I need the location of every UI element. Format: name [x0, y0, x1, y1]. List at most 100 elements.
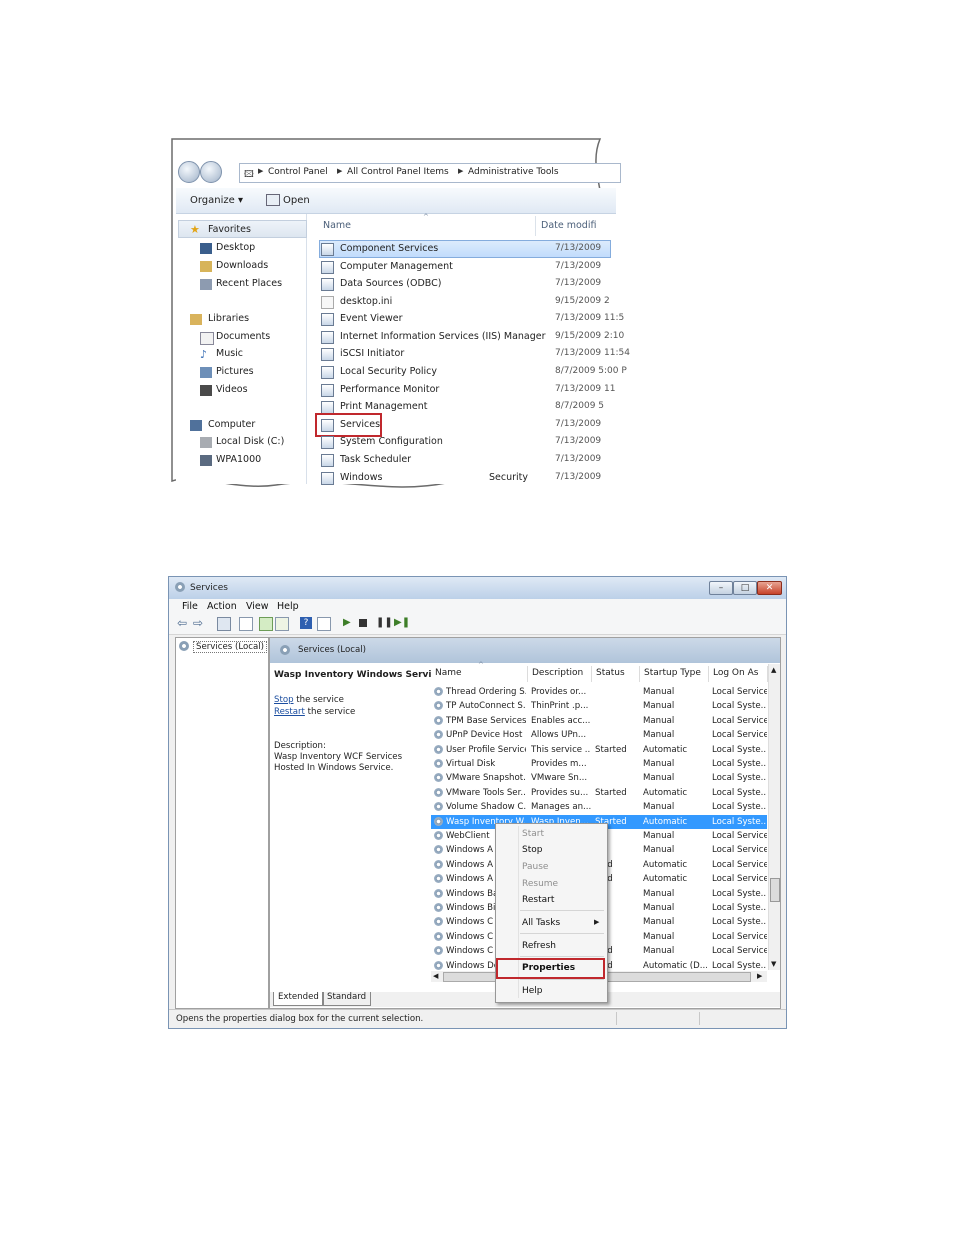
tree-item-services-local[interactable]: Services (Local)	[193, 641, 267, 653]
service-log-on-as: Local Syste...	[712, 816, 767, 827]
menu-item-all-tasks[interactable]: All Tasks	[522, 918, 560, 928]
maximize-button[interactable]: □	[733, 581, 757, 595]
nav-recent-places[interactable]: Recent Places	[216, 278, 282, 289]
column-status[interactable]: Status	[592, 666, 640, 682]
file-row[interactable]: Performance Monitor 7/13/2009 11	[321, 382, 621, 397]
breadcrumb-control-panel[interactable]: Control Panel	[268, 167, 328, 177]
column-startup-type[interactable]: Startup Type	[640, 666, 709, 682]
file-row[interactable]: iSCSI Initiator 7/13/2009 11:54	[321, 346, 630, 361]
nav-desktop[interactable]: Desktop	[216, 242, 255, 253]
scroll-down-icon[interactable]: ▼	[771, 960, 776, 968]
service-row[interactable]: Thread Ordering S... Provides or... Manual…	[431, 685, 767, 699]
service-log-on-as: Local Syste...	[712, 787, 767, 798]
nav-libraries[interactable]: Libraries	[208, 313, 249, 324]
file-row[interactable]: Print Management 8/7/2009 5	[321, 399, 621, 414]
menu-help[interactable]: Help	[277, 601, 299, 612]
downloads-icon	[200, 261, 212, 272]
nav-downloads[interactable]: Downloads	[216, 260, 268, 271]
service-row[interactable]: TP AutoConnect S... ThinPrint .p... Manual…	[431, 699, 767, 713]
breadcrumb-admin-tools[interactable]: Administrative Tools	[468, 167, 559, 177]
scroll-right-icon[interactable]: ▶	[757, 972, 762, 980]
column-name[interactable]: Name	[323, 220, 351, 231]
service-status: Started	[595, 744, 627, 755]
service-row[interactable]: Virtual Disk Provides m... Manual Local Sys…	[431, 757, 767, 771]
admin-tool-icon	[321, 454, 334, 467]
show-hide-action-pane-icon[interactable]	[317, 617, 331, 631]
service-row[interactable]: TPM Base Services Enables acc... Manual Loc…	[431, 714, 767, 728]
menu-item-refresh[interactable]: Refresh	[522, 941, 556, 951]
column-log-on-as[interactable]: Log On As	[709, 666, 768, 682]
file-row[interactable]: Data Sources (ODBC) 7/13/2009	[321, 276, 621, 291]
file-row[interactable]: Windows Security 7/13/2009	[321, 470, 621, 485]
navigation-pane: ★ Favorites Desktop Downloads Recent Pla…	[176, 214, 307, 484]
close-button[interactable]: ✕	[757, 581, 782, 595]
properties-icon[interactable]	[239, 617, 253, 631]
service-name: TPM Base Services	[446, 715, 526, 726]
libraries-icon	[190, 314, 202, 325]
scroll-left-icon[interactable]: ◀	[433, 972, 438, 980]
console-tree-icon[interactable]	[217, 617, 231, 631]
vertical-scrollbar[interactable]: ▲ ▼	[768, 664, 780, 970]
help-icon[interactable]: ?	[300, 617, 312, 629]
ini-file-icon	[321, 296, 334, 309]
breadcrumb[interactable]: 🖾 ▶ Control Panel ▶ All Control Panel It…	[239, 163, 621, 183]
breadcrumb-all-items[interactable]: All Control Panel Items	[347, 167, 449, 177]
refresh-icon[interactable]	[259, 617, 273, 631]
nav-favorites[interactable]: Favorites	[208, 224, 251, 235]
menu-item-restart[interactable]: Restart	[522, 895, 554, 905]
toolbar: ⇦ ⇨ ? ▶ ❚❚ ▶❚	[169, 614, 786, 635]
service-row[interactable]: User Profile Service This service ... Star…	[431, 743, 767, 757]
service-description: Provides m...	[531, 759, 587, 769]
column-date[interactable]: Date modifi	[541, 220, 596, 231]
restart-service-link[interactable]: Restart	[274, 707, 305, 717]
file-row[interactable]: Component Services 7/13/2009	[321, 241, 621, 256]
organize-button[interactable]: Organize ▾	[190, 195, 243, 206]
column-description[interactable]: Description	[528, 666, 592, 682]
restart-icon[interactable]: ▶❚	[394, 617, 410, 629]
service-row[interactable]: Volume Shadow C... Manages an... Manual Loc…	[431, 800, 767, 814]
file-row[interactable]: Event Viewer 7/13/2009 11:5	[321, 311, 624, 326]
pause-icon[interactable]: ❚❚	[376, 617, 393, 629]
menu-view[interactable]: View	[246, 601, 269, 612]
scroll-thumb[interactable]	[770, 878, 780, 902]
desktop-icon	[200, 243, 212, 254]
menu-item-stop[interactable]: Stop	[522, 845, 542, 855]
back-arrow-icon[interactable]: ⇦	[177, 617, 189, 629]
service-log-on-as: Local Service	[712, 831, 767, 841]
nav-documents[interactable]: Documents	[216, 331, 270, 342]
nav-computer[interactable]: Computer	[208, 419, 255, 430]
title-bar[interactable]: Services – □ ✕	[169, 577, 786, 599]
forward-button[interactable]	[200, 161, 222, 183]
nav-music[interactable]: Music	[216, 348, 243, 359]
file-row[interactable]: desktop.ini 9/15/2009 2	[321, 294, 621, 309]
nav-local-disk[interactable]: Local Disk (C:)	[216, 436, 284, 447]
export-list-icon[interactable]	[275, 617, 289, 631]
file-row[interactable]: Internet Information Services (IIS) Mana…	[321, 329, 624, 344]
menu-item-help[interactable]: Help	[522, 986, 543, 996]
properties-highlight-box	[496, 958, 605, 979]
menu-file[interactable]: File	[182, 601, 198, 612]
forward-arrow-icon[interactable]: ⇨	[193, 617, 205, 629]
nav-wpa1000[interactable]: WPA1000	[216, 454, 261, 465]
stop-service-link[interactable]: Stop	[274, 695, 294, 705]
scroll-up-icon[interactable]: ▲	[771, 666, 776, 674]
file-row[interactable]: System Configuration 7/13/2009	[321, 434, 621, 449]
play-icon[interactable]: ▶	[343, 617, 355, 629]
nav-pictures[interactable]: Pictures	[216, 366, 254, 377]
file-row[interactable]: Task Scheduler 7/13/2009	[321, 452, 621, 467]
file-row[interactable]: Computer Management 7/13/2009	[321, 259, 621, 274]
open-button[interactable]: Open	[283, 195, 310, 206]
service-row[interactable]: VMware Tools Ser... Provides su... Started…	[431, 786, 767, 800]
service-row[interactable]: VMware Snapshot... VMware Sn... Manual Loca…	[431, 771, 767, 785]
service-startup-type: Manual	[643, 730, 675, 741]
nav-videos[interactable]: Videos	[216, 384, 248, 395]
command-bar: Organize ▾ Open	[176, 188, 616, 214]
file-row[interactable]: Local Security Policy 8/7/2009 5:00 P	[321, 364, 627, 379]
service-row[interactable]: UPnP Device Host Allows UPn... Manual Local…	[431, 728, 767, 742]
back-button[interactable]	[178, 161, 200, 183]
tab-extended[interactable]: Extended	[273, 992, 324, 1006]
tab-standard[interactable]: Standard	[322, 992, 372, 1006]
stop-icon[interactable]	[359, 619, 367, 627]
menu-action[interactable]: Action	[207, 601, 237, 612]
minimize-button[interactable]: –	[709, 581, 733, 595]
